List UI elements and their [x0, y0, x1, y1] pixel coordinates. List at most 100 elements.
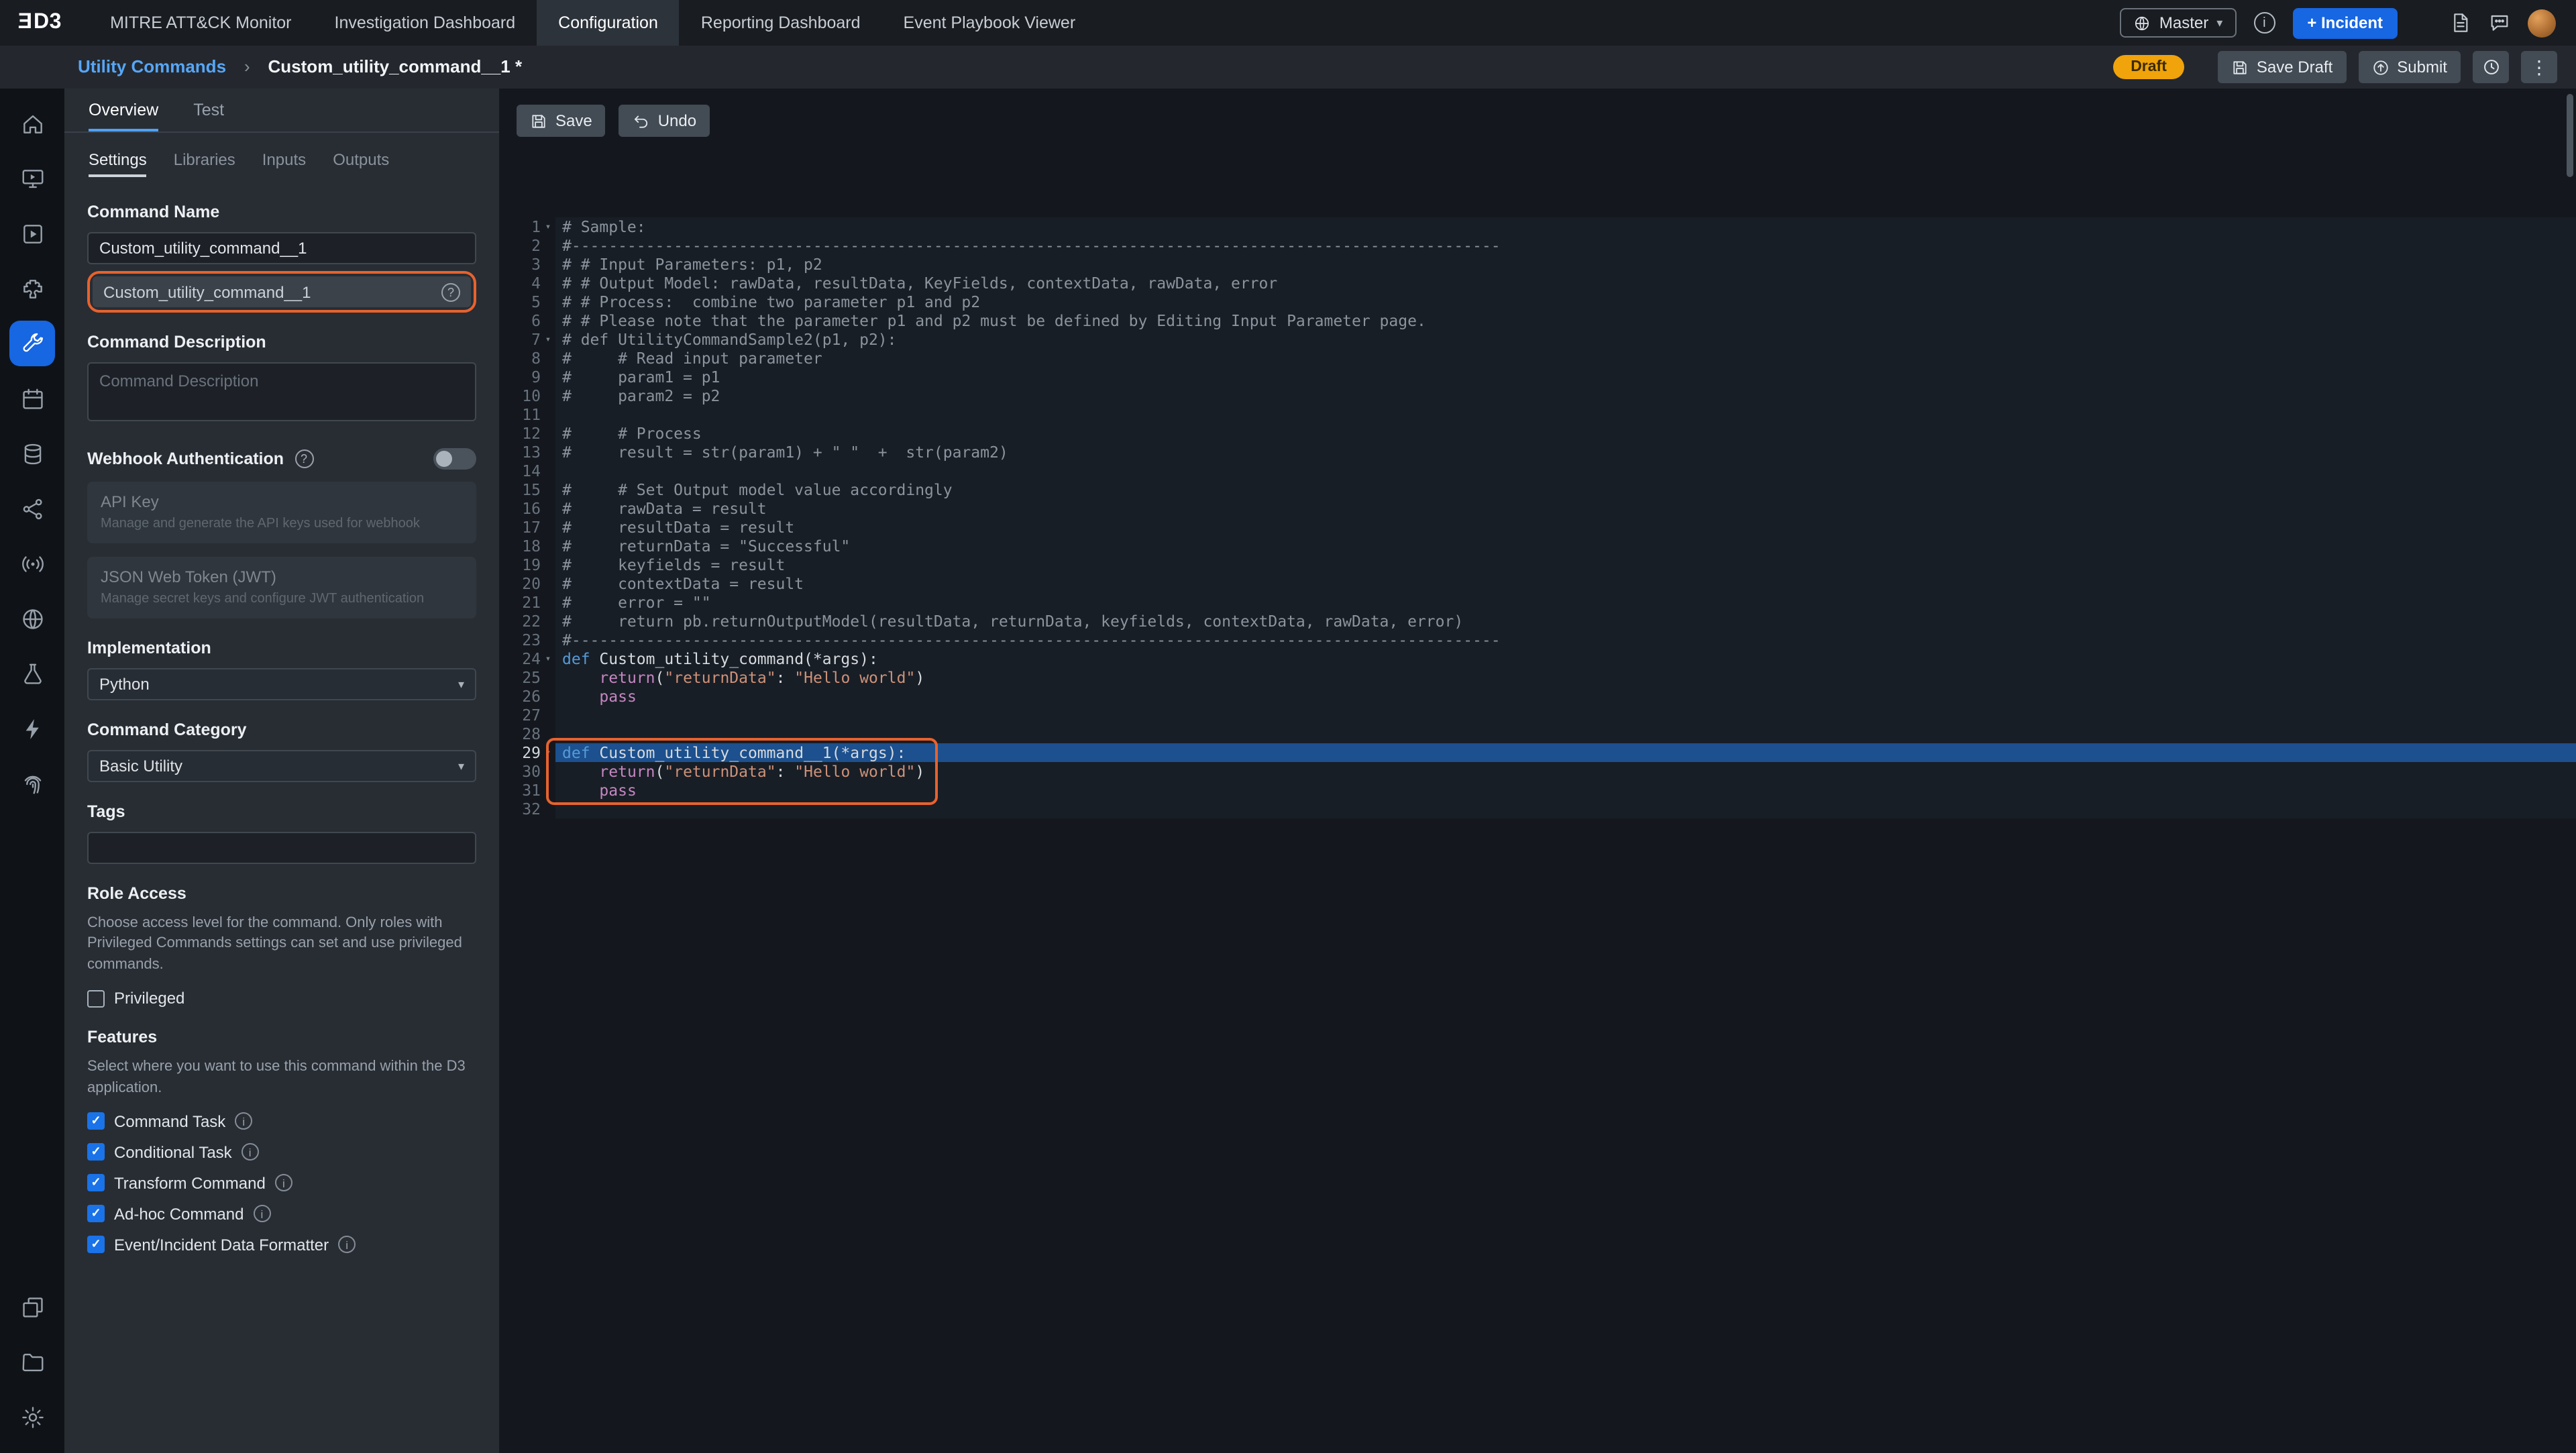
chat-icon[interactable] [2489, 12, 2510, 34]
command-name-input[interactable] [87, 232, 476, 264]
nav-investigation-dashboard[interactable]: Investigation Dashboard [313, 0, 537, 46]
feature-checkbox-transform-command[interactable]: ✓Transform Commandi [87, 1174, 476, 1193]
feature-checkbox-conditional-task[interactable]: ✓Conditional Taski [87, 1143, 476, 1162]
breadcrumb-utility-commands[interactable]: Utility Commands [78, 56, 226, 76]
command-description-input[interactable] [87, 362, 476, 421]
report-icon[interactable] [2450, 12, 2471, 34]
new-incident-button[interactable]: + Incident [2292, 7, 2398, 38]
wrench-icon[interactable] [9, 321, 55, 366]
copy-icon[interactable] [9, 1284, 55, 1330]
code-line-1[interactable]: # Sample: [555, 217, 2576, 236]
code-line-6[interactable]: # # Please note that the parameter p1 an… [555, 311, 2576, 330]
tab-test[interactable]: Test [193, 101, 224, 131]
fold-icon[interactable]: ▾ [541, 743, 555, 762]
help-icon[interactable]: ? [441, 282, 460, 301]
code-line-25[interactable]: return("returnData": "Hello world") [555, 668, 2576, 687]
code-line-22[interactable]: # return pb.returnOutputModel(resultData… [555, 612, 2576, 631]
code-line-3[interactable]: # # Input Parameters: p1, p2 [555, 255, 2576, 274]
scrollbar-thumb[interactable] [2567, 94, 2573, 177]
subtab-settings[interactable]: Settings [89, 150, 147, 177]
globe-icon[interactable] [9, 596, 55, 641]
folder-icon[interactable] [9, 1339, 55, 1385]
fingerprint-icon[interactable] [9, 761, 55, 806]
nav-event-playbook-viewer[interactable]: Event Playbook Viewer [882, 0, 1097, 46]
code-line-4[interactable]: # # Output Model: rawData, resultData, K… [555, 274, 2576, 292]
code-line-26[interactable]: pass [555, 687, 2576, 706]
home-icon[interactable] [9, 101, 55, 146]
checkbox-checked-icon[interactable]: ✓ [87, 1113, 105, 1130]
nav-reporting-dashboard[interactable]: Reporting Dashboard [680, 0, 882, 46]
code-line-10[interactable]: # param2 = p2 [555, 386, 2576, 405]
code-line-7[interactable]: # def UtilityCommandSample2(p1, p2): [555, 330, 2576, 349]
nav-configuration[interactable]: Configuration [537, 0, 680, 46]
code-line-14[interactable] [555, 462, 2576, 480]
fold-icon[interactable]: ▾ [541, 217, 555, 236]
webhook-help-icon[interactable]: ? [294, 449, 313, 468]
database-icon[interactable] [9, 431, 55, 476]
info-icon[interactable]: i [241, 1144, 259, 1161]
code-line-13[interactable]: # result = str(param1) + " " + str(param… [555, 443, 2576, 462]
webhook-toggle[interactable] [433, 448, 476, 470]
puzzle-icon[interactable] [9, 266, 55, 311]
monitor-play-icon[interactable] [9, 156, 55, 201]
feature-checkbox-event-incident-data-formatter[interactable]: ✓Event/Incident Data Formatteri [87, 1236, 476, 1254]
feature-checkbox-command-task[interactable]: ✓Command Taski [87, 1112, 476, 1131]
fold-icon[interactable]: ▾ [541, 330, 555, 349]
code-line-16[interactable]: # rawData = result [555, 499, 2576, 518]
code-line-8[interactable]: # # Read input parameter [555, 349, 2576, 368]
code-line-11[interactable] [555, 405, 2576, 424]
code-line-9[interactable]: # param1 = p1 [555, 368, 2576, 386]
code-line-32[interactable] [555, 800, 2576, 818]
code-line-30[interactable]: return("returnData": "Hello world") [555, 762, 2576, 781]
editor-save-button[interactable]: Save [517, 105, 606, 137]
editor-undo-button[interactable]: Undo [619, 105, 710, 137]
code-line-29[interactable]: def Custom_utility_command__1(*args): [555, 743, 2576, 762]
code-line-23[interactable]: #---------------------------------------… [555, 631, 2576, 649]
code-line-24[interactable]: def Custom_utility_command(*args): [555, 649, 2576, 668]
flask-icon[interactable] [9, 651, 55, 696]
site-selector[interactable]: Master ▾ [2121, 8, 2236, 38]
code-line-12[interactable]: # # Process [555, 424, 2576, 443]
tags-input[interactable] [87, 832, 476, 864]
play-square-icon[interactable] [9, 211, 55, 256]
code-line-2[interactable]: #---------------------------------------… [555, 236, 2576, 255]
info-icon[interactable]: i [235, 1113, 252, 1130]
nav-mitre-attck-monitor[interactable]: MITRE ATT&CK Monitor [89, 0, 313, 46]
code-line-15[interactable]: # # Set Output model value accordingly [555, 480, 2576, 499]
user-avatar[interactable] [2528, 9, 2556, 37]
submit-button[interactable]: Submit [2358, 51, 2461, 83]
tab-overview[interactable]: Overview [89, 101, 158, 131]
checkbox-checked-icon[interactable]: ✓ [87, 1175, 105, 1192]
info-icon[interactable]: i [253, 1205, 270, 1223]
subtab-inputs[interactable]: Inputs [262, 150, 306, 177]
editor-code[interactable]: # Sample:#------------------------------… [555, 217, 2576, 818]
code-line-27[interactable] [555, 706, 2576, 724]
code-line-20[interactable]: # contextData = result [555, 574, 2576, 593]
info-icon[interactable]: i [338, 1236, 356, 1254]
code-line-17[interactable]: # resultData = result [555, 518, 2576, 537]
code-line-18[interactable]: # returnData = "Successful" [555, 537, 2576, 555]
subtab-libraries[interactable]: Libraries [174, 150, 235, 177]
d3-logo[interactable]: ED3 [0, 0, 89, 46]
feature-checkbox-ad-hoc-command[interactable]: ✓Ad-hoc Commandi [87, 1205, 476, 1224]
version-history-button[interactable] [2473, 51, 2509, 83]
code-line-21[interactable]: # error = "" [555, 593, 2576, 612]
code-line-31[interactable]: pass [555, 781, 2576, 800]
info-icon[interactable]: i [275, 1175, 292, 1192]
more-options-button[interactable]: ⋮ [2521, 51, 2557, 83]
info-icon[interactable]: i [2253, 12, 2275, 34]
gear-icon[interactable] [9, 1394, 55, 1440]
code-line-28[interactable] [555, 724, 2576, 743]
code-editor[interactable]: 1▾234567▾8910111213141516171819202122232… [499, 217, 2576, 818]
code-line-5[interactable]: # # Process: combine two parameter p1 an… [555, 292, 2576, 311]
command-internal-name-field[interactable]: Custom_utility_command__1 ? [93, 276, 471, 307]
implementation-select[interactable]: Python ▾ [87, 668, 476, 700]
command-category-select[interactable]: Basic Utility ▾ [87, 750, 476, 782]
checkbox-checked-icon[interactable]: ✓ [87, 1205, 105, 1223]
checkbox-checked-icon[interactable]: ✓ [87, 1236, 105, 1254]
broadcast-icon[interactable] [9, 541, 55, 586]
calendar-icon[interactable] [9, 376, 55, 421]
share-nodes-icon[interactable] [9, 486, 55, 531]
privileged-checkbox-row[interactable]: Privileged [87, 989, 476, 1008]
save-draft-button[interactable]: Save Draft [2218, 51, 2346, 83]
